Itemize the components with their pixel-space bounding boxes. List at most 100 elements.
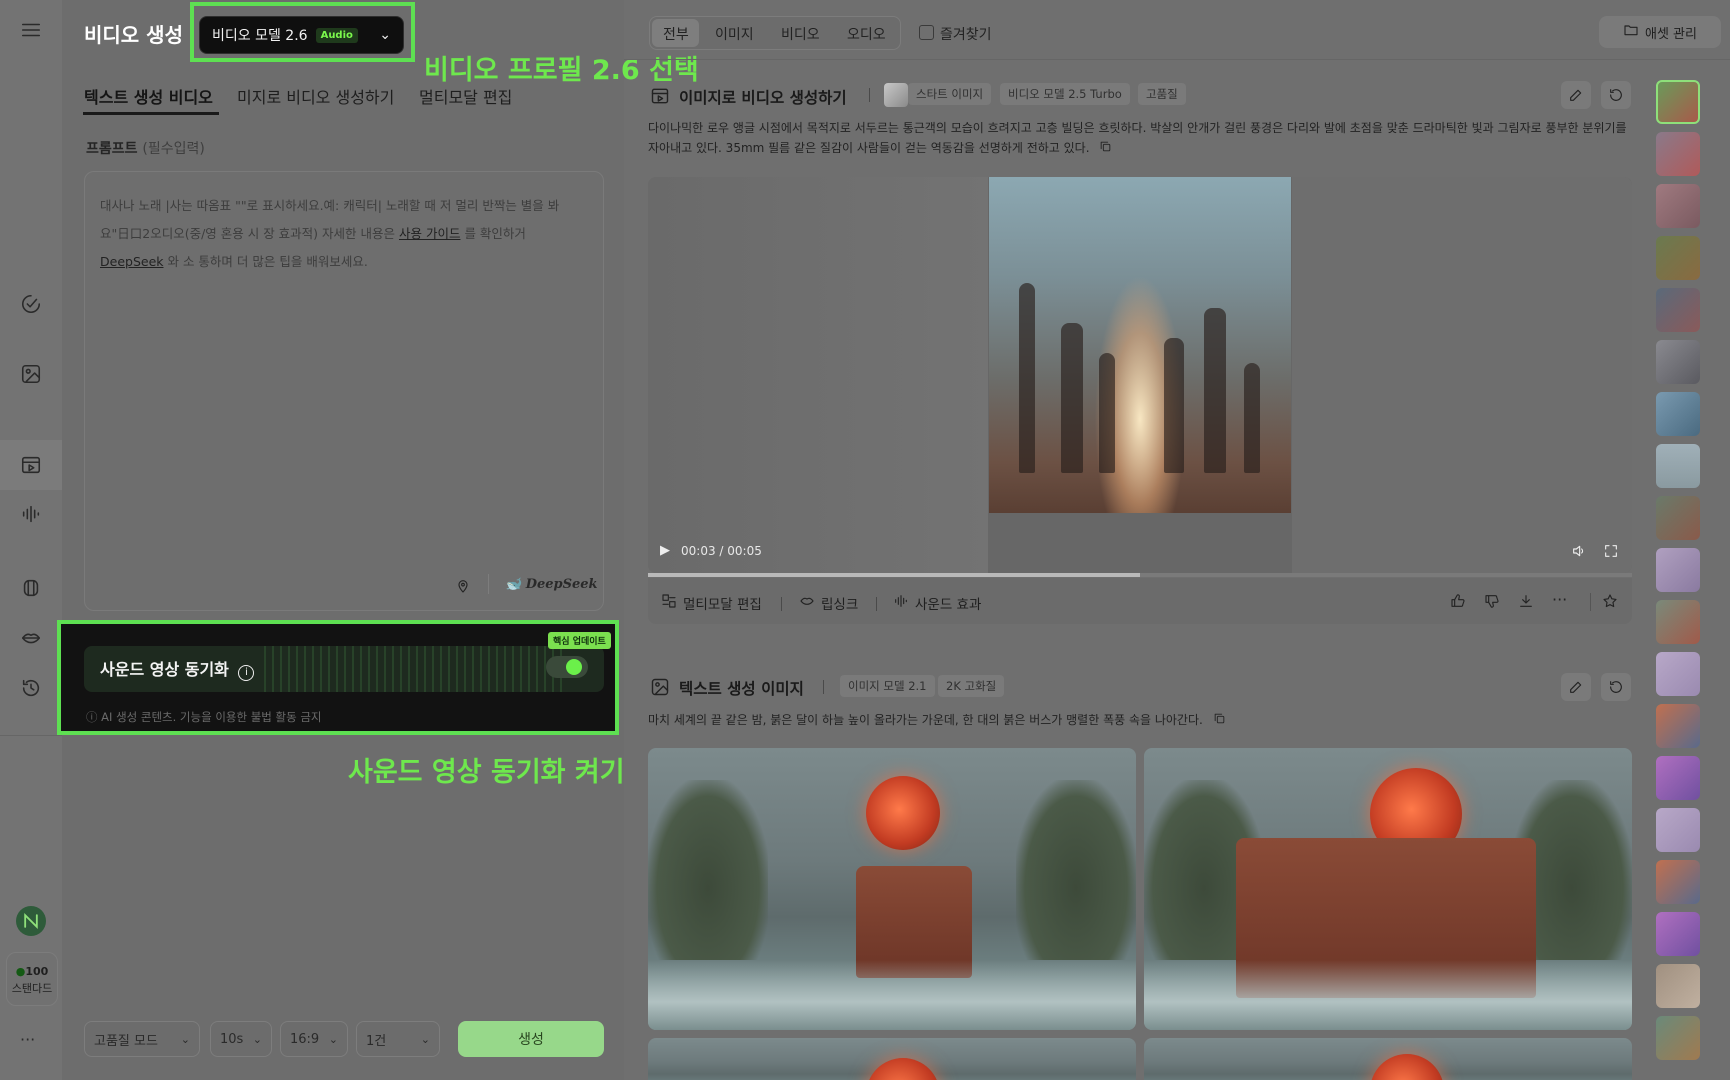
edit-button[interactable] xyxy=(1561,81,1591,109)
thumbnail[interactable] xyxy=(1656,964,1700,1008)
filter-video[interactable]: 비디오 xyxy=(781,24,820,44)
more-menu-icon[interactable]: ··· xyxy=(20,1030,35,1049)
thumbnail[interactable] xyxy=(1656,860,1700,904)
thumbnail[interactable] xyxy=(1656,184,1700,228)
user-avatar[interactable] xyxy=(16,906,46,936)
thumbnail[interactable] xyxy=(1656,340,1700,384)
thumbnail[interactable] xyxy=(1656,80,1700,124)
thumbnail[interactable] xyxy=(1656,444,1700,488)
info-icon[interactable]: i xyxy=(238,665,255,681)
credits-badge[interactable]: ●100 스탠다드 xyxy=(6,952,58,1006)
video-progress-fill xyxy=(648,573,1140,577)
thumbnail[interactable] xyxy=(1656,704,1700,748)
generate-button[interactable]: 생성 xyxy=(458,1021,604,1057)
thumbnail[interactable] xyxy=(1656,236,1700,280)
tab-multimodal-edit[interactable]: 멀티모달 편집 xyxy=(419,84,512,108)
filter-image[interactable]: 이미지 xyxy=(715,24,754,44)
copy-icon[interactable] xyxy=(1099,139,1112,159)
asset-manage-label: 애셋 관리 xyxy=(1645,26,1697,42)
thumbnail[interactable] xyxy=(1656,600,1700,644)
ratio-select[interactable]: 16:9 ⌄ xyxy=(280,1021,348,1057)
thumbs-up-icon[interactable] xyxy=(1450,593,1466,613)
asset-manage-button[interactable]: 애셋 관리 xyxy=(1599,16,1721,48)
duration-select[interactable]: 10s ⌄ xyxy=(210,1021,272,1057)
model-select[interactable]: 비디오 모델 2.6 Audio ⌄ xyxy=(199,16,404,54)
favorites-label[interactable]: 즐겨찾기 xyxy=(940,24,992,44)
more-icon[interactable]: ··· xyxy=(1552,590,1567,609)
lips-icon[interactable] xyxy=(17,624,45,652)
deepseek-button[interactable]: 🐋 DeepSeek xyxy=(505,577,598,592)
thumbnail[interactable] xyxy=(1656,548,1700,592)
thumbnail[interactable] xyxy=(1656,912,1700,956)
prompt-required: (필수입력) xyxy=(142,141,205,157)
folder-icon xyxy=(1623,22,1639,42)
moon xyxy=(1370,1054,1444,1080)
menu-icon[interactable] xyxy=(17,16,45,44)
favorites-checkbox[interactable] xyxy=(919,25,934,40)
video-player[interactable] xyxy=(648,177,1632,573)
regenerate-button[interactable] xyxy=(1601,81,1631,109)
ai-tools-icon[interactable] xyxy=(17,290,45,318)
video-blur-right xyxy=(1292,177,1632,573)
video-card-title: 이미지로 비디오 생성하기 xyxy=(679,89,847,107)
download-icon[interactable] xyxy=(1518,593,1534,613)
page-title: 비디오 생성 xyxy=(84,23,183,47)
deepseek-link[interactable]: DeepSeek xyxy=(100,254,164,269)
tab-text-to-video[interactable]: 텍스트 생성 비디오 xyxy=(84,84,213,108)
divider xyxy=(781,597,782,611)
thumbs-down-icon[interactable] xyxy=(1484,593,1500,613)
fullscreen-icon[interactable] xyxy=(1603,543,1619,563)
image-description-text: 마치 세계의 끝 같은 밤, 붉은 달이 하늘 높이 올라가는 가운데, 한 대… xyxy=(648,713,1203,727)
image-card-icon xyxy=(650,677,670,701)
divider xyxy=(869,88,870,102)
regenerate-button[interactable] xyxy=(1601,673,1631,701)
count-select[interactable]: 1건 ⌄ xyxy=(356,1021,440,1057)
video-timecode: 00:03 / 00:05 xyxy=(681,544,762,558)
filter-audio[interactable]: 오디오 xyxy=(847,24,886,44)
avatar-icon[interactable] xyxy=(17,574,45,602)
thumbnail[interactable] xyxy=(1656,756,1700,800)
generated-image-2[interactable] xyxy=(1144,748,1632,1030)
lipsync-action[interactable]: 립싱크 xyxy=(799,593,858,613)
tab-image-to-video[interactable]: 미지로 비디오 생성하기 xyxy=(237,84,394,108)
play-icon[interactable]: ▶ xyxy=(660,543,670,558)
chevron-down-icon: ⌄ xyxy=(328,1032,338,1046)
prompt-label: 프롬프트 (필수입력) xyxy=(86,138,205,158)
divider xyxy=(488,574,489,594)
multimodal-edit-action[interactable]: 멀티모달 편집 xyxy=(661,593,762,613)
generated-image-4[interactable] xyxy=(1144,1038,1632,1080)
thumbnail[interactable] xyxy=(1656,808,1700,852)
sound-effect-action[interactable]: 사운드 효과 xyxy=(893,593,981,613)
model-select-label: 비디오 모델 2.6 xyxy=(212,28,308,44)
time-total: 00:05 xyxy=(727,544,762,558)
thumbnail[interactable] xyxy=(1656,652,1700,696)
copy-icon[interactable] xyxy=(1213,711,1226,731)
audio-icon[interactable] xyxy=(17,500,45,528)
generated-image-1[interactable] xyxy=(648,748,1136,1030)
filter-all[interactable]: 전부 xyxy=(663,24,689,44)
thumbnail[interactable] xyxy=(1656,132,1700,176)
star-icon[interactable] xyxy=(1602,593,1618,613)
thumbnail[interactable] xyxy=(1656,1016,1700,1060)
guide-link[interactable]: 사용 가이드 xyxy=(399,226,460,241)
info-circle-icon: ⓘ xyxy=(86,710,102,724)
lips-icon xyxy=(799,593,815,613)
generated-image-3[interactable] xyxy=(648,1038,1136,1080)
video-card-icon xyxy=(650,86,670,110)
disclaimer: ⓘ AI 생성 콘텐츠. 기능을 이용한 불법 활동 금지 xyxy=(86,709,322,725)
deepseek-label: DeepSeek xyxy=(525,577,598,592)
edit-button[interactable] xyxy=(1561,673,1591,701)
thumbnail[interactable] xyxy=(1656,496,1700,540)
volume-icon[interactable] xyxy=(1571,543,1587,563)
chip-start-image: 스타트 이미지 xyxy=(908,83,992,105)
location-pin-icon[interactable] xyxy=(455,578,471,598)
prompt-placeholder: 대사나 노래 |사는 따옴표 ""로 표시하세요.예: 캐릭터| 노래할 때 저… xyxy=(100,192,586,276)
video-icon[interactable] xyxy=(17,451,45,479)
history-icon[interactable] xyxy=(17,674,45,702)
image-icon[interactable] xyxy=(17,360,45,388)
placeholder-line-3: 와 소 통하며 더 많은 팁을 배워보세요. xyxy=(163,254,368,269)
prompt-label-text: 프롬프트 xyxy=(86,141,138,157)
quality-select[interactable]: 고품질 모드 ⌄ xyxy=(84,1021,200,1057)
thumbnail[interactable] xyxy=(1656,392,1700,436)
thumbnail[interactable] xyxy=(1656,288,1700,332)
